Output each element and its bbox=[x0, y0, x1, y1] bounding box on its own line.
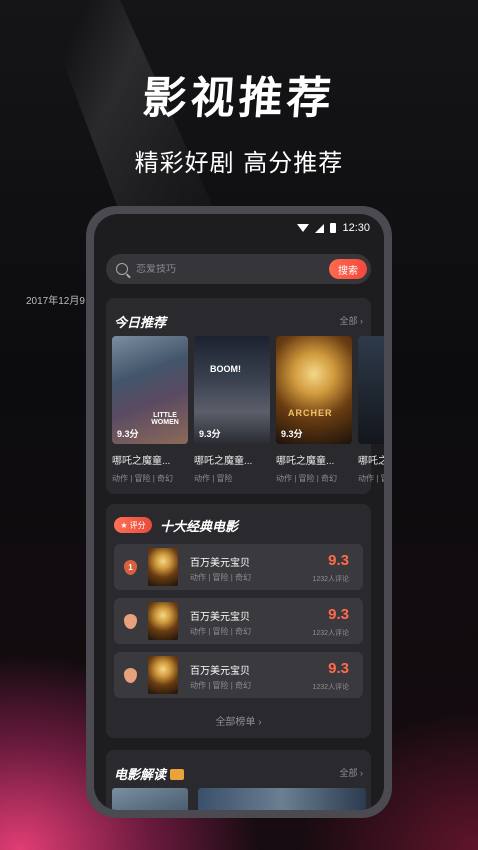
search-input[interactable] bbox=[136, 263, 316, 275]
movie-card[interactable]: 哪吒之魔童... 动作 | 冒险 bbox=[358, 336, 384, 484]
phone-frame: 12:30 搜索 今日推荐 全部 › LITTLE WOMEN 9.3分 哪吒之… bbox=[86, 206, 392, 818]
classic-ranking-card: ★ 评分 十大经典电影 1 百万美元宝贝 动作 | 冒险 | 奇幻 9.3 12… bbox=[106, 504, 371, 738]
star-icon: ★ bbox=[120, 520, 128, 530]
today-recommend-card: 今日推荐 全部 › LITTLE WOMEN 9.3分 哪吒之魔童... 动作 … bbox=[106, 298, 384, 494]
review-count: 1232人评论 bbox=[312, 576, 349, 583]
subline: 精彩好剧 高分推荐 bbox=[134, 149, 344, 177]
movie-poster bbox=[358, 336, 384, 444]
poster-text: ARCHER bbox=[288, 408, 333, 418]
review-thumbnail[interactable] bbox=[112, 788, 188, 810]
today-title: 今日推荐 bbox=[114, 315, 167, 330]
movie-genre: 动作 | 冒险 bbox=[358, 474, 384, 483]
movie-genre: 动作 | 冒险 | 奇幻 bbox=[190, 573, 252, 582]
rating-tag-label: 评分 bbox=[129, 520, 146, 530]
movie-poster: BOOM! 9.3分 bbox=[194, 336, 270, 444]
medal-icon bbox=[124, 614, 137, 629]
movie-review-card: 电影解读 全部 › bbox=[106, 750, 371, 810]
movie-thumbnail bbox=[148, 548, 178, 586]
rating-tag: ★ 评分 bbox=[114, 517, 152, 533]
film-icon bbox=[170, 769, 185, 780]
today-all-link[interactable]: 全部 › bbox=[340, 314, 364, 327]
movie-title: 哪吒之魔童... bbox=[276, 456, 335, 467]
movie-poster: ARCHER 9.3分 bbox=[276, 336, 352, 444]
battery-icon bbox=[330, 223, 337, 233]
movie-genre: 动作 | 冒险 | 奇幻 bbox=[190, 627, 252, 636]
rating-badge: 9.3分 bbox=[199, 429, 221, 439]
review-thumbnails bbox=[112, 788, 366, 810]
poster-list: LITTLE WOMEN 9.3分 哪吒之魔童... 动作 | 冒险 | 奇幻 … bbox=[112, 336, 384, 484]
movie-title: 百万美元宝贝 bbox=[190, 666, 250, 677]
search-button[interactable]: 搜索 bbox=[329, 259, 367, 279]
movie-genre: 动作 | 冒险 bbox=[194, 474, 233, 483]
review-count: 1232人评论 bbox=[312, 630, 349, 637]
movie-score: 9.3 bbox=[328, 606, 349, 623]
movie-title: 百万美元宝贝 bbox=[190, 558, 250, 569]
status-time: 12:30 bbox=[342, 222, 370, 234]
movie-card[interactable]: LITTLE WOMEN 9.3分 哪吒之魔童... 动作 | 冒险 | 奇幻 bbox=[112, 336, 188, 484]
movie-genre: 动作 | 冒险 | 奇幻 bbox=[112, 474, 174, 483]
movie-score: 9.3 bbox=[328, 660, 349, 677]
movie-card[interactable]: ARCHER 9.3分 哪吒之魔童... 动作 | 冒险 | 奇幻 bbox=[276, 336, 352, 484]
classic-title: 十大经典电影 bbox=[160, 519, 239, 534]
ranking-row[interactable]: 百万美元宝贝 动作 | 冒险 | 奇幻 9.3 1232人评论 bbox=[114, 598, 363, 644]
rating-badge: 9.3分 bbox=[117, 429, 139, 439]
movie-poster: LITTLE WOMEN 9.3分 bbox=[112, 336, 188, 444]
movie-genre: 动作 | 冒险 | 奇幻 bbox=[190, 681, 252, 690]
poster-text: BOOM! bbox=[210, 364, 241, 374]
medal-icon: 1 bbox=[124, 560, 137, 575]
review-all-link[interactable]: 全部 › bbox=[340, 766, 364, 779]
headline: 影视推荐 bbox=[140, 73, 337, 124]
ranking-row[interactable]: 百万美元宝贝 动作 | 冒险 | 奇幻 9.3 1232人评论 bbox=[114, 652, 363, 698]
movie-card[interactable]: BOOM! 9.3分 哪吒之魔童... 动作 | 冒险 bbox=[194, 336, 270, 484]
movie-title: 哪吒之魔童... bbox=[358, 456, 384, 467]
movie-title: 百万美元宝贝 bbox=[190, 612, 250, 623]
movie-title: 哪吒之魔童... bbox=[112, 456, 171, 467]
review-thumbnail[interactable] bbox=[198, 788, 366, 810]
wifi-icon bbox=[297, 224, 310, 232]
movie-score: 9.3 bbox=[328, 552, 349, 569]
app-screen: 12:30 搜索 今日推荐 全部 › LITTLE WOMEN 9.3分 哪吒之… bbox=[94, 214, 384, 810]
movie-thumbnail bbox=[148, 656, 178, 694]
movie-genre: 动作 | 冒险 | 奇幻 bbox=[276, 474, 338, 483]
all-ranking-link[interactable]: 全部榜单 › bbox=[106, 713, 371, 728]
movie-title: 哪吒之魔童... bbox=[194, 456, 253, 467]
date-stamp: 2017年12月9日 bbox=[26, 296, 95, 307]
search-icon bbox=[116, 263, 128, 275]
signal-icon bbox=[315, 223, 325, 233]
search-bar[interactable]: 搜索 bbox=[106, 254, 371, 284]
review-count: 1232人评论 bbox=[312, 684, 349, 691]
ranking-row[interactable]: 1 百万美元宝贝 动作 | 冒险 | 奇幻 9.3 1232人评论 bbox=[114, 544, 363, 590]
rating-badge: 9.3分 bbox=[281, 429, 303, 439]
medal-icon bbox=[124, 668, 137, 683]
poster-text: LITTLE WOMEN bbox=[151, 412, 179, 426]
review-title: 电影解读 bbox=[114, 764, 185, 783]
status-bar: 12:30 bbox=[297, 222, 370, 234]
review-title-text: 电影解读 bbox=[114, 767, 167, 782]
movie-thumbnail bbox=[148, 602, 178, 640]
